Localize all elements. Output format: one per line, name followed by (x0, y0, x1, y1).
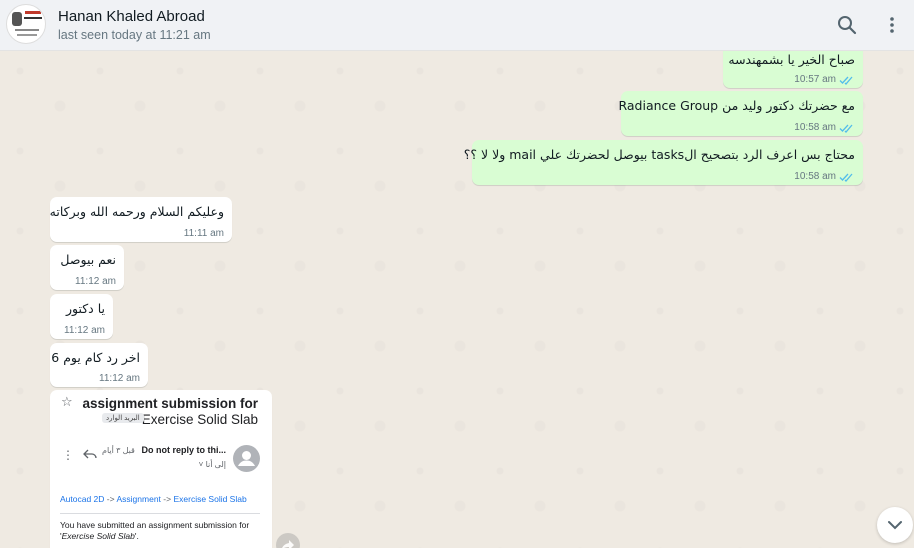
double-check-read-icon (839, 173, 853, 182)
star-icon: ☆ (61, 394, 73, 409)
email-subject-line2: Exercise Solid Slab (141, 412, 258, 427)
message-text: يا دكتور (65, 301, 105, 316)
message-text: مع حضرتك دكتور وليد من Radiance Group (618, 98, 855, 113)
forward-icon (282, 540, 294, 548)
search-icon[interactable] (835, 13, 859, 37)
breadcrumb-separator: -> (163, 494, 172, 504)
message-text: نعم بيوصل (60, 252, 116, 267)
breadcrumb-item: Autocad 2D (60, 494, 105, 504)
sender-avatar (233, 445, 260, 472)
sent-time: قبل ٣ أيام (102, 446, 135, 455)
message-bubble-outgoing[interactable]: محتاج بس اعرف الرد بتصحيح الtasks بيوصل … (463, 140, 863, 185)
message-bubble-outgoing[interactable]: مع حضرتك دكتور وليد من Radiance Group 10… (618, 91, 863, 136)
double-check-read-icon (839, 76, 853, 85)
recipient-label: إلى أنا ˅ (198, 460, 226, 469)
sender-name: Do not reply to thi... (141, 445, 227, 455)
message-list[interactable]: صباح الخير يا بشمهندسه 10:57 am مع حضرتك… (0, 51, 914, 548)
scroll-to-bottom-button[interactable] (877, 507, 913, 543)
forward-button[interactable] (276, 533, 300, 548)
message-bubble-outgoing[interactable]: صباح الخير يا بشمهندسه 10:57 am (723, 51, 863, 88)
breadcrumb-item: Exercise Solid Slab (173, 494, 247, 504)
message-time: 10:58 am (794, 171, 836, 182)
chat-header: Hanan Khaled Abroad last seen today at 1… (0, 0, 914, 51)
message-bubble-incoming[interactable]: يا دكتور 11:12 am (50, 294, 113, 339)
kebab-menu-icon[interactable] (880, 13, 904, 37)
divider (60, 513, 260, 514)
message-text: محتاج بس اعرف الرد بتصحيح الtasks بيوصل … (463, 147, 855, 162)
message-time: 11:12 am (64, 325, 105, 336)
message-time: 10:57 am (794, 74, 836, 85)
message-text: اخر رد كام يوم 6 (51, 350, 140, 365)
email-body: You have submitted an assignment submiss… (60, 520, 265, 542)
message-time: 10:58 am (794, 122, 836, 133)
recipient-text: إلى أنا (205, 460, 226, 469)
reply-icon (83, 449, 97, 459)
contact-last-seen: last seen today at 11:21 am (58, 28, 211, 42)
message-time: 11:11 am (183, 228, 224, 239)
message-time: 11:12 am (99, 373, 140, 384)
email-body-suffix: '. (134, 531, 139, 541)
message-bubble-incoming[interactable]: وعليكم السلام ورحمه الله وبركاته 11:11 a… (50, 197, 232, 242)
contact-name[interactable]: Hanan Khaled Abroad (58, 8, 205, 25)
contact-avatar[interactable] (6, 4, 46, 44)
person-icon (238, 451, 255, 466)
email-screenshot-image[interactable]: ☆ assignment submission for Exercise Sol… (50, 390, 272, 548)
breadcrumb: Autocad 2D -> Assignment -> Exercise Sol… (60, 494, 247, 504)
double-check-read-icon (839, 124, 853, 133)
kebab-menu-icon: ⋮ (62, 448, 74, 462)
message-time: 11:12 am (75, 276, 116, 287)
inbox-label: البريد الوارد (102, 413, 144, 423)
email-subject: assignment submission for (82, 396, 258, 411)
message-text: وعليكم السلام ورحمه الله وبركاته (49, 204, 224, 219)
message-bubble-incoming[interactable]: اخر رد كام يوم 6 11:12 am (50, 343, 148, 387)
message-text: صباح الخير يا بشمهندسه (728, 52, 855, 67)
breadcrumb-separator: -> (106, 494, 115, 504)
message-bubble-incoming[interactable]: نعم بيوصل 11:12 am (50, 245, 124, 290)
breadcrumb-item: Assignment (116, 494, 161, 504)
chevron-down-icon (888, 521, 902, 530)
email-body-item: Exercise Solid Slab (61, 531, 135, 541)
